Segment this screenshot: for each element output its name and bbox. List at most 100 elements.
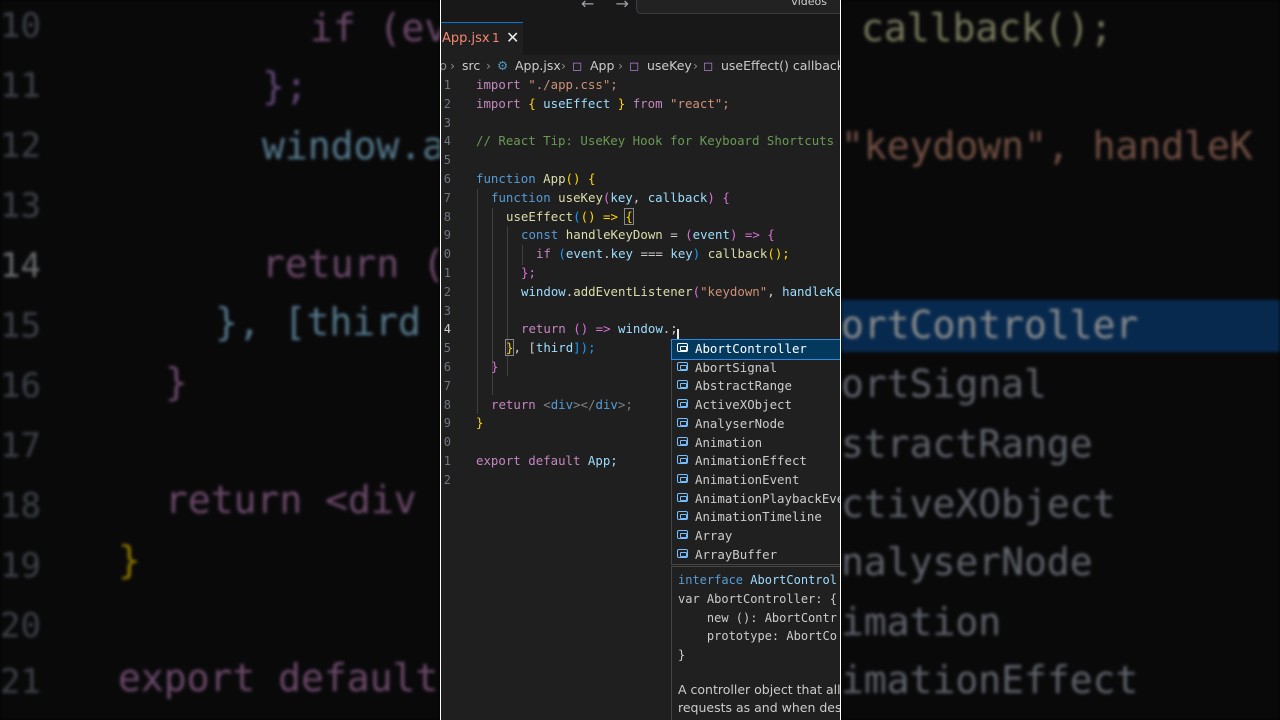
code-line: function App() { xyxy=(476,170,595,189)
code-line: export default App; xyxy=(476,452,618,471)
suggestion-item[interactable]: AbortController xyxy=(671,339,840,360)
code-token: key xyxy=(610,246,634,262)
line-number: 1 xyxy=(443,454,451,468)
bg-code-line: imation xyxy=(841,600,1002,644)
variable-icon xyxy=(677,473,688,483)
code-token: return xyxy=(521,321,566,337)
code-token: event xyxy=(692,227,730,243)
code-token: callback xyxy=(647,189,708,205)
close-icon[interactable]: ✕ xyxy=(506,28,519,47)
line-number: 7 xyxy=(443,190,451,205)
line-number-current: 4 xyxy=(443,322,451,337)
breadcrumb-item-callback[interactable]: useEffect() callback xyxy=(721,58,840,73)
suggestion-item[interactable]: ActiveXObject xyxy=(672,396,840,415)
suggestion-details-panel: interface AbortControl var AbortControll… xyxy=(671,566,840,720)
suggestion-label: ArrayBuffer xyxy=(695,546,778,562)
bg-line-number: 12 xyxy=(0,126,41,166)
code-token: >; xyxy=(617,396,633,412)
code-token: "keydown" xyxy=(700,283,768,299)
bg-code-line: if (ev xyxy=(310,6,440,50)
chevron-right-icon: › xyxy=(561,58,566,73)
indent-guide xyxy=(477,189,478,414)
code-token: ) xyxy=(707,189,715,205)
chevron-right-icon: › xyxy=(486,58,491,73)
bg-line-number: 13 xyxy=(0,186,41,226)
line-number: 2 xyxy=(443,472,451,487)
line-number: 2 xyxy=(443,284,451,299)
code-token: ></ xyxy=(573,396,596,412)
code-line-comment: // React Tip: UseKey Hook for Keyboard S… xyxy=(476,133,835,149)
code-token: ) => xyxy=(729,227,760,243)
breadcrumb-item-file[interactable]: App.jsx xyxy=(515,58,561,73)
suggestion-item[interactable]: AbstractRange xyxy=(672,377,840,396)
autocomplete-suggestions[interactable]: AbortController AbortSignal AbstractRang… xyxy=(671,339,840,565)
line-number: 3 xyxy=(443,303,451,318)
suggestion-label: AbstractRange xyxy=(695,378,792,394)
code-token: handleKeyDown xyxy=(565,227,663,243)
suggestion-label: Array xyxy=(695,528,733,543)
react-file-icon: ⚙ xyxy=(497,58,509,73)
code-line: function useKey(key, callback) { xyxy=(491,189,730,208)
code-token: default xyxy=(528,453,581,468)
breadcrumb-item-app[interactable]: App xyxy=(590,58,614,73)
indent-guide xyxy=(522,245,523,265)
suggestion-item[interactable]: AnalyserNode xyxy=(672,415,840,434)
code-token: ( xyxy=(573,208,581,224)
bg-line-number: 10 xyxy=(0,6,41,46)
variable-icon xyxy=(677,530,688,539)
line-number: 6 xyxy=(443,360,451,374)
suggestion-item[interactable]: AnimationEvent xyxy=(672,471,840,490)
line-number: 8 xyxy=(443,209,451,224)
suggestion-label: AnimationEvent xyxy=(695,471,800,487)
bg-code-line: window.a xyxy=(262,124,440,168)
suggestion-item[interactable]: AnimationTimeline xyxy=(672,508,840,527)
code-token: const xyxy=(521,227,559,243)
code-token: div xyxy=(595,396,618,412)
line-number: 7 xyxy=(443,378,451,393)
code-token: div xyxy=(550,396,574,412)
nav-arrows-icon[interactable]: ← → xyxy=(581,0,637,13)
tab-filename: App.jsx xyxy=(442,31,490,46)
docs-code-line: prototype: AbortCo xyxy=(678,629,837,644)
code-token: { xyxy=(528,95,536,111)
variable-icon xyxy=(677,548,688,558)
bg-code-line: }, [third xyxy=(215,300,421,344)
code-line: } xyxy=(476,415,484,431)
variable-icon xyxy=(677,361,688,371)
line-number: 0 xyxy=(443,435,451,450)
code-token: import xyxy=(476,77,521,92)
breadcrumb-item-usekey[interactable]: useKey xyxy=(647,58,692,73)
breadcrumb-item-src[interactable]: src xyxy=(462,58,480,73)
variable-icon xyxy=(677,511,688,521)
code-token: < xyxy=(543,396,551,412)
suggestion-item[interactable]: AnimationEffect xyxy=(672,452,840,471)
bg-code-line: "keydown", handleK xyxy=(841,124,1253,168)
variable-icon xyxy=(677,380,688,390)
chevron-right-icon: › xyxy=(618,58,623,73)
code-line: import "./app.css"; xyxy=(476,76,618,95)
suggestion-item[interactable]: Array xyxy=(672,527,840,546)
code-token: { xyxy=(624,207,634,225)
tab-app-jsx[interactable]: App.jsx 1 ✕ xyxy=(441,22,523,55)
code-token: ( xyxy=(685,227,693,243)
line-number: 4 xyxy=(443,134,451,149)
code-token: "react"; xyxy=(670,95,730,111)
breadcrumb: p › src › ⚙ App.jsx › ◻ App › ◻ useKey ›… xyxy=(441,56,840,76)
code-token: () xyxy=(565,171,581,186)
code-token: , xyxy=(632,189,648,205)
suggestion-item[interactable]: AnimationPlaybackEve xyxy=(672,490,840,509)
bg-line-number: 18 xyxy=(0,486,41,526)
bg-code-line: return ( xyxy=(262,242,440,286)
code-token: { xyxy=(767,227,775,243)
suggestion-item[interactable]: AbortSignal xyxy=(672,359,840,378)
cube-icon: ◻ xyxy=(572,58,583,73)
code-token: event xyxy=(565,246,604,262)
bg-line-number: 11 xyxy=(0,66,41,106)
title-bar: ← → videos xyxy=(441,0,840,23)
bg-line-number: 14 xyxy=(0,246,41,286)
code-token: callback xyxy=(707,246,768,262)
suggestion-item[interactable]: ArrayBuffer xyxy=(672,546,840,565)
suggestion-item[interactable]: Animation xyxy=(672,434,840,453)
command-center[interactable]: videos xyxy=(636,0,840,14)
background-blur-right: callback(); "keydown", handleK ortContro… xyxy=(841,0,1280,720)
